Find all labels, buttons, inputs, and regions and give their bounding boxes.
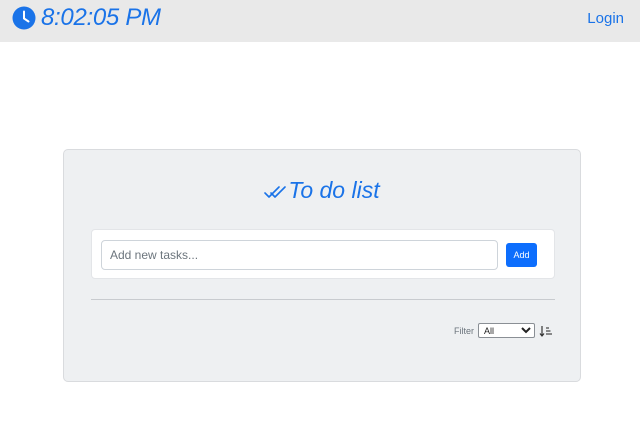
filter-label: Filter — [454, 325, 474, 336]
double-check-icon — [264, 186, 287, 198]
clock-icon — [12, 6, 36, 30]
filter-bar: Filter All — [454, 323, 553, 338]
new-task-input[interactable] — [101, 240, 498, 270]
add-task-button[interactable]: Add — [506, 243, 537, 267]
page-title: To do list — [288, 177, 380, 203]
login-link[interactable]: Login — [587, 10, 624, 28]
todo-card: To do list Add Filter All — [63, 149, 581, 382]
sort-ascending-icon[interactable] — [539, 325, 553, 337]
add-task-panel: Add — [91, 229, 555, 279]
divider — [91, 299, 555, 300]
top-navbar: 8:02:05 PM Login — [0, 0, 640, 42]
filter-select[interactable]: All — [478, 323, 535, 338]
clock: 8:02:05 PM — [12, 5, 161, 31]
card-header: To do list — [64, 176, 580, 204]
clock-time: 8:02:05 PM — [41, 4, 161, 31]
